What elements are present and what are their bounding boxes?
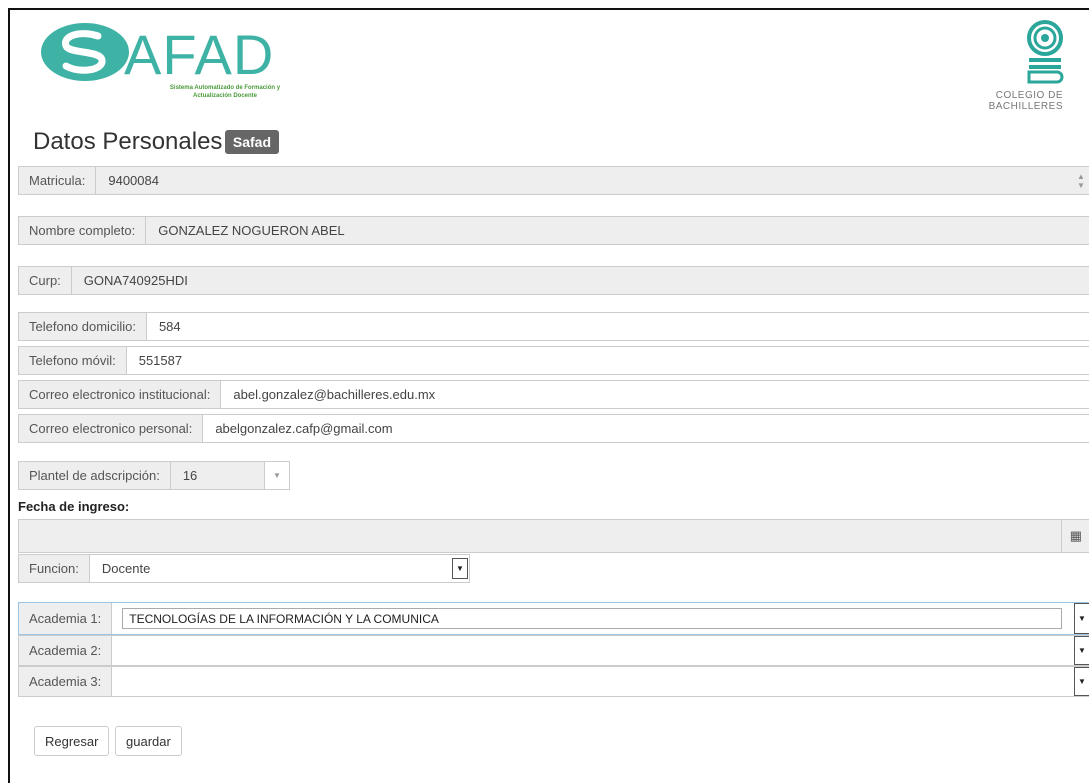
telefono-movil-label: Telefono móvil: xyxy=(19,347,127,374)
academia-2-select[interactable] xyxy=(112,636,1074,665)
funcion-value: Docente xyxy=(101,561,151,576)
regresar-button[interactable]: Regresar xyxy=(34,726,110,756)
correo-personal-field[interactable]: Correo electronico personal: abelgonzale… xyxy=(18,414,1089,443)
correo-institucional-value: abel.gonzalez@bachilleres.edu.mx xyxy=(233,387,436,402)
correo-institucional-label: Correo electronico institucional: xyxy=(19,381,222,408)
plantel-field[interactable]: Plantel de adscripción: 16 ▼ xyxy=(18,461,290,490)
funcion-field[interactable]: Funcion: Docente ▼ xyxy=(18,554,470,583)
correo-personal-label: Correo electronico personal: xyxy=(19,415,204,442)
academia-3-select[interactable] xyxy=(112,667,1074,696)
curp-label: Curp: xyxy=(19,267,72,294)
plantel-value: 16 xyxy=(170,462,264,489)
telefono-domicilio-label: Telefono domicilio: xyxy=(19,313,147,340)
chevron-down-icon[interactable]: ▼ xyxy=(452,558,468,579)
plantel-label: Plantel de adscripción: xyxy=(19,462,171,489)
nombre-value: GONZALEZ NOGUERON ABEL xyxy=(158,223,345,238)
telefono-domicilio-field[interactable]: Telefono domicilio: 584 xyxy=(18,312,1089,341)
guardar-button[interactable]: guardar xyxy=(115,726,182,756)
academia-3-field[interactable]: Academia 3: ▼ xyxy=(18,666,1089,697)
spinner-icon[interactable]: ▲ ▼ xyxy=(1072,167,1089,194)
page-title-row: Datos Personales Safad xyxy=(33,128,280,156)
chevron-down-icon[interactable]: ▼ xyxy=(1074,667,1089,696)
telefono-movil-value: 551587 xyxy=(138,353,183,368)
fecha-ingreso-input[interactable]: ▦ xyxy=(18,519,1089,553)
funcion-label: Funcion: xyxy=(19,555,90,582)
curp-field[interactable]: Curp: GONA740925HDI xyxy=(18,266,1089,295)
academia-1-field[interactable]: Academia 1: TECNOLOGÍAS DE LA INFORMACIÓ… xyxy=(18,602,1089,635)
curp-value: GONA740925HDI xyxy=(83,273,188,288)
colegio-emblem-icon xyxy=(1027,20,1064,84)
academia-3-label: Academia 3: xyxy=(19,667,113,696)
calendar-icon[interactable]: ▦ xyxy=(1060,520,1089,552)
nombre-field[interactable]: Nombre completo: GONZALEZ NOGUERON ABEL xyxy=(18,216,1089,245)
safad-s-icon xyxy=(41,23,129,81)
academia-1-select[interactable]: TECNOLOGÍAS DE LA INFORMACIÓN Y LA COMUN… xyxy=(122,608,1062,629)
nombre-label: Nombre completo: xyxy=(19,217,147,244)
telefono-movil-field[interactable]: Telefono móvil: 551587 xyxy=(18,346,1089,375)
chevron-down-icon[interactable]: ▼ xyxy=(1074,603,1089,634)
safad-badge: Safad xyxy=(224,130,280,154)
page-frame: AFAD Sistema Automatizado de Formación y… xyxy=(8,8,1089,783)
academia-2-field[interactable]: Academia 2: ▼ xyxy=(18,635,1089,666)
logo-subtitle: Sistema Automatizado de Formación y Actu… xyxy=(169,85,281,99)
fecha-ingreso-value xyxy=(19,520,1061,552)
telefono-domicilio-value: 584 xyxy=(158,319,181,334)
correo-personal-value: abelgonzalez.cafp@gmail.com xyxy=(215,421,393,436)
academia-1-label: Academia 1: xyxy=(19,603,113,634)
matricula-field[interactable]: Matricula: 9400084 ▲ ▼ xyxy=(18,166,1089,195)
chevron-down-icon[interactable]: ▼ xyxy=(1074,636,1089,665)
correo-institucional-field[interactable]: Correo electronico institucional: abel.g… xyxy=(18,380,1089,409)
matricula-label: Matricula: xyxy=(19,167,97,194)
matricula-value: 9400084 xyxy=(108,173,159,188)
colegio-logo: COLEGIO DE BACHILLERES xyxy=(967,20,1077,112)
logo-word: AFAD xyxy=(124,23,275,86)
chevron-down-icon[interactable]: ▼ xyxy=(264,462,289,489)
fecha-ingreso-label: Fecha de ingreso: xyxy=(18,499,130,514)
safad-logo: AFAD Sistema Automatizado de Formación y… xyxy=(40,22,340,102)
academia-2-label: Academia 2: xyxy=(19,636,113,665)
colegio-text: COLEGIO DE BACHILLERES xyxy=(988,90,1063,112)
page-title: Datos Personales xyxy=(33,128,223,155)
